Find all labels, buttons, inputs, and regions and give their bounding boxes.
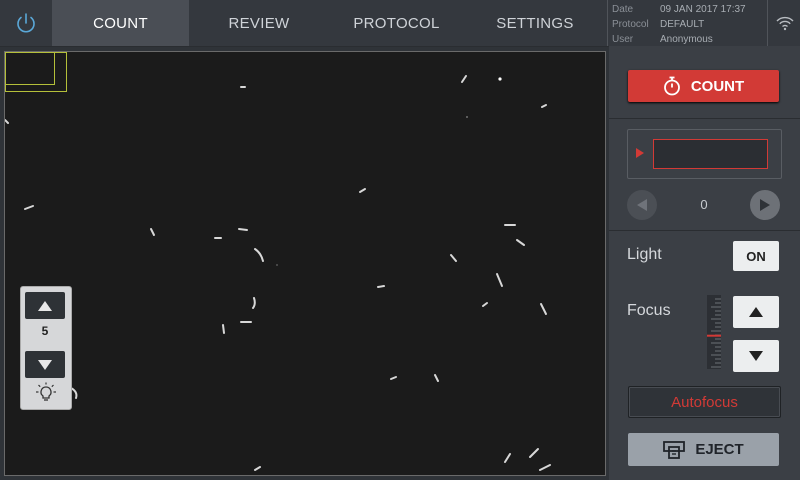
tab-protocol-label: PROTOCOL bbox=[353, 14, 440, 32]
light-bulb-icon bbox=[36, 382, 56, 401]
user-row: User Anonymous bbox=[612, 33, 713, 47]
tab-count[interactable]: COUNT bbox=[52, 0, 189, 46]
triangle-right-icon bbox=[760, 199, 770, 211]
focus-label: Focus bbox=[627, 302, 671, 319]
wifi-icon bbox=[775, 16, 794, 31]
cell-image bbox=[5, 75, 551, 471]
divider bbox=[609, 230, 800, 231]
tab-count-label: COUNT bbox=[93, 14, 148, 32]
brightness-control: 5 bbox=[20, 286, 72, 410]
focus-down-button[interactable] bbox=[733, 340, 779, 372]
minimap-frame[interactable] bbox=[5, 52, 67, 92]
light-toggle-button[interactable]: ON bbox=[733, 241, 779, 271]
protocol-key: Protocol bbox=[612, 19, 649, 30]
date-value: 09 JAN 2017 17:37 bbox=[660, 4, 746, 15]
result-index: 0 bbox=[700, 197, 708, 212]
play-indicator-icon bbox=[636, 148, 644, 158]
light-label: Light bbox=[627, 246, 662, 263]
date-row: Date 09 JAN 2017 17:37 bbox=[612, 3, 746, 17]
brightness-value: 5 bbox=[41, 324, 49, 338]
light-state: ON bbox=[746, 248, 766, 264]
protocol-row: Protocol DEFAULT bbox=[612, 18, 704, 32]
count-button-label: COUNT bbox=[690, 77, 745, 95]
tab-settings[interactable]: SETTINGS bbox=[464, 0, 606, 46]
user-value: Anonymous bbox=[660, 34, 713, 45]
autofocus-label: Autofocus bbox=[671, 393, 738, 411]
stopwatch-icon bbox=[663, 76, 680, 96]
result-box bbox=[653, 139, 768, 169]
control-panel: COUNT 0 Light ON Focus Autofocus EJECT bbox=[609, 46, 800, 480]
brightness-up-button[interactable] bbox=[25, 292, 65, 319]
count-button[interactable]: COUNT bbox=[628, 70, 779, 102]
next-result-button[interactable] bbox=[750, 190, 780, 220]
tab-protocol[interactable]: PROTOCOL bbox=[329, 0, 464, 46]
top-bar: COUNT REVIEW PROTOCOL SETTINGS Date 09 JA… bbox=[0, 0, 800, 47]
triangle-down-icon bbox=[38, 359, 52, 370]
triangle-up-icon bbox=[749, 307, 763, 317]
power-icon bbox=[17, 13, 35, 33]
protocol-value: DEFAULT bbox=[660, 19, 705, 30]
triangle-down-icon bbox=[749, 351, 763, 361]
tab-review[interactable]: REVIEW bbox=[189, 0, 329, 46]
user-key: User bbox=[612, 34, 634, 45]
microscope-view[interactable] bbox=[4, 51, 606, 476]
autofocus-button[interactable]: Autofocus bbox=[628, 386, 781, 418]
tab-review-label: REVIEW bbox=[228, 14, 290, 32]
eject-icon bbox=[663, 440, 686, 459]
eject-button[interactable]: EJECT bbox=[628, 433, 779, 466]
divider bbox=[609, 118, 800, 119]
previous-result-button[interactable] bbox=[627, 190, 657, 220]
date-key: Date bbox=[612, 4, 634, 15]
minimap-viewport bbox=[6, 53, 55, 85]
wifi-status[interactable] bbox=[767, 0, 800, 46]
eject-label: EJECT bbox=[695, 441, 744, 458]
tab-settings-label: SETTINGS bbox=[496, 14, 574, 32]
result-display bbox=[627, 129, 782, 179]
session-info: Date 09 JAN 2017 17:37 Protocol DEFAULT Us… bbox=[607, 0, 768, 46]
power-button[interactable] bbox=[0, 0, 52, 46]
focus-slider[interactable] bbox=[707, 295, 721, 369]
brightness-down-button[interactable] bbox=[25, 351, 65, 378]
triangle-up-icon bbox=[38, 300, 52, 311]
triangle-left-icon bbox=[637, 199, 647, 211]
focus-up-button[interactable] bbox=[733, 296, 779, 328]
